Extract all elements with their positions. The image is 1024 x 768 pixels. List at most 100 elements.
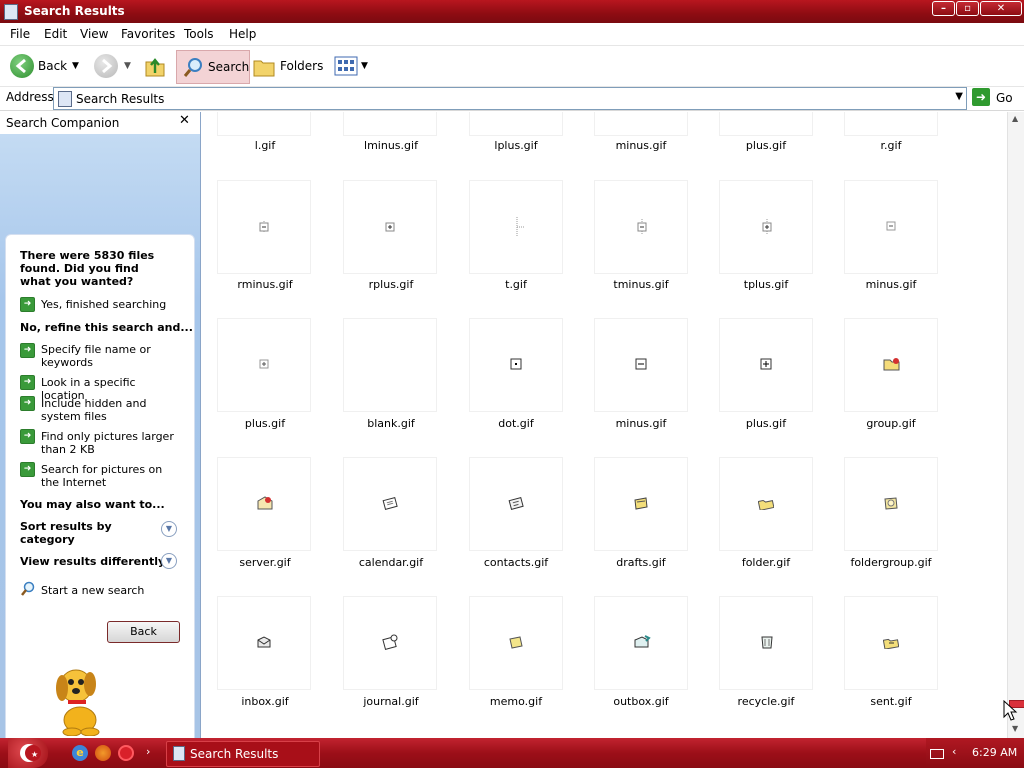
file-name[interactable]: lminus.gif (321, 139, 461, 152)
clock[interactable]: 6:29 AM (972, 746, 1017, 759)
arrow-icon[interactable]: ➜ (20, 396, 35, 411)
file-name[interactable]: memo.gif (446, 695, 586, 708)
menu-edit[interactable]: Edit (44, 27, 67, 41)
yes-finished-link[interactable]: Yes, finished searching (41, 298, 181, 311)
file-thumbnail[interactable] (217, 457, 311, 551)
file-thumbnail[interactable] (217, 596, 311, 690)
file-thumbnail[interactable] (719, 318, 813, 412)
firefox-icon[interactable] (95, 745, 111, 761)
address-dropdown-icon[interactable]: ▼ (955, 91, 963, 102)
file-thumbnail[interactable] (217, 318, 311, 412)
option-hidden-files[interactable]: Include hidden and system files (41, 397, 181, 423)
arrow-icon[interactable]: ➜ (20, 297, 35, 312)
menu-view[interactable]: View (80, 27, 108, 41)
file-thumbnail[interactable] (594, 457, 688, 551)
file-thumbnail[interactable] (844, 180, 938, 274)
close-pane-icon[interactable]: ✕ (179, 113, 190, 128)
forward-dropdown-icon[interactable]: ▼ (124, 52, 131, 80)
option-pictures-internet[interactable]: Search for pictures on the Internet (41, 463, 181, 489)
file-name[interactable]: plus.gif (696, 139, 836, 152)
file-thumbnail[interactable] (719, 112, 813, 136)
file-name[interactable]: minus.gif (821, 278, 961, 291)
file-thumbnail[interactable] (469, 112, 563, 136)
file-thumbnail[interactable] (594, 112, 688, 136)
file-thumbnail[interactable] (469, 457, 563, 551)
file-name[interactable]: plus.gif (201, 417, 335, 430)
search-button[interactable]: Search (176, 50, 250, 84)
minimize-button[interactable]: – (932, 1, 955, 16)
opera-icon[interactable] (118, 745, 134, 761)
vertical-scrollbar[interactable]: ▲ ▼ (1007, 112, 1024, 738)
file-thumbnail[interactable] (594, 596, 688, 690)
file-thumbnail[interactable] (343, 596, 437, 690)
file-name[interactable]: drafts.gif (571, 556, 711, 569)
file-name[interactable]: blank.gif (321, 417, 461, 430)
tray-expand-icon[interactable]: ‹ (952, 745, 956, 758)
go-arrow-icon[interactable]: ➜ (972, 88, 990, 106)
view-differently-link[interactable]: View results differently (20, 555, 165, 568)
file-thumbnail[interactable] (343, 318, 437, 412)
up-folder-button[interactable] (144, 52, 166, 80)
option-file-name[interactable]: Specify file name or keywords (41, 343, 181, 369)
file-name[interactable]: contacts.gif (446, 556, 586, 569)
file-name[interactable]: server.gif (201, 556, 335, 569)
file-name[interactable]: recycle.gif (696, 695, 836, 708)
sidebar-back-button[interactable]: Back (107, 621, 180, 643)
file-name[interactable]: rplus.gif (321, 278, 461, 291)
keyboard-icon[interactable] (930, 749, 944, 759)
file-name[interactable]: t.gif (446, 278, 586, 291)
file-name[interactable]: minus.gif (571, 139, 711, 152)
file-thumbnail[interactable] (719, 457, 813, 551)
start-button[interactable]: ★ (8, 738, 48, 768)
arrow-icon[interactable]: ➜ (20, 343, 35, 358)
file-thumbnail[interactable] (844, 112, 938, 136)
file-name[interactable]: rminus.gif (201, 278, 335, 291)
file-name[interactable]: group.gif (821, 417, 961, 430)
quick-launch-expand-icon[interactable]: › (146, 745, 150, 758)
file-name[interactable]: lplus.gif (446, 139, 586, 152)
sort-by-category-link[interactable]: Sort results by category (20, 520, 140, 546)
file-thumbnail[interactable] (217, 112, 311, 136)
file-thumbnail[interactable] (217, 180, 311, 274)
file-thumbnail[interactable] (844, 596, 938, 690)
file-name[interactable]: l.gif (201, 139, 335, 152)
internet-explorer-icon[interactable]: e (72, 745, 88, 761)
file-thumbnail[interactable] (719, 596, 813, 690)
file-name[interactable]: inbox.gif (201, 695, 335, 708)
file-name[interactable]: sent.gif (821, 695, 961, 708)
file-thumbnail[interactable] (343, 180, 437, 274)
back-button[interactable]: Back ▼ (10, 52, 84, 80)
arrow-icon[interactable]: ➜ (20, 375, 35, 390)
option-pictures-larger[interactable]: Find only pictures larger than 2 KB (41, 430, 181, 456)
file-name[interactable]: r.gif (821, 139, 961, 152)
file-name[interactable]: tminus.gif (571, 278, 711, 291)
file-thumbnail[interactable] (844, 457, 938, 551)
file-thumbnail[interactable] (343, 112, 437, 136)
file-name[interactable]: foldergroup.gif (821, 556, 961, 569)
go-button[interactable]: Go (996, 91, 1013, 105)
file-name[interactable]: calendar.gif (321, 556, 461, 569)
forward-button[interactable]: ▼ (94, 52, 138, 80)
views-dropdown-icon[interactable]: ▼ (361, 52, 368, 80)
file-thumbnail[interactable] (469, 318, 563, 412)
taskbar-item-search-results[interactable]: Search Results (166, 741, 320, 767)
arrow-icon[interactable]: ➜ (20, 462, 35, 477)
expand-icon[interactable]: ▼ (161, 553, 177, 569)
file-thumbnail[interactable] (594, 180, 688, 274)
new-search-link[interactable]: Start a new search (41, 584, 181, 597)
address-input[interactable]: Search Results ▼ (53, 87, 967, 110)
search-dog-icon[interactable] (48, 660, 112, 736)
scroll-down-arrow-icon[interactable]: ▼ (1012, 724, 1018, 733)
file-name[interactable]: minus.gif (571, 417, 711, 430)
file-thumbnail[interactable] (469, 180, 563, 274)
file-thumbnail[interactable] (469, 596, 563, 690)
file-thumbnail[interactable] (719, 180, 813, 274)
folders-button[interactable]: Folders (252, 52, 323, 80)
menu-help[interactable]: Help (229, 27, 256, 41)
expand-icon[interactable]: ▼ (161, 521, 177, 537)
close-button[interactable]: ✕ (980, 1, 1022, 16)
file-name[interactable]: folder.gif (696, 556, 836, 569)
views-button[interactable]: ▼ (334, 52, 370, 80)
file-name[interactable]: plus.gif (696, 417, 836, 430)
menu-file[interactable]: File (10, 27, 30, 41)
